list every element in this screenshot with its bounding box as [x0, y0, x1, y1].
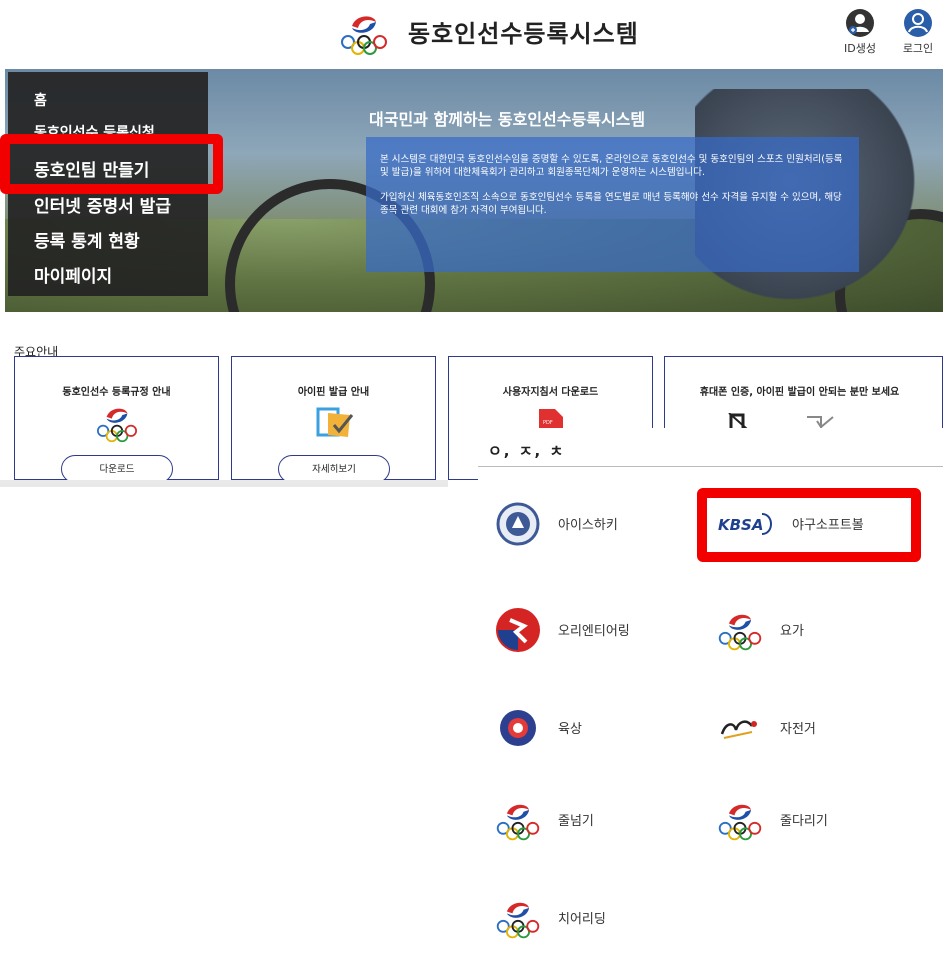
sport-item-cheerleading[interactable]: 치어리딩: [494, 894, 714, 942]
notice-card-ipin[interactable]: 아이핀 발급 안내 자세히보기: [231, 356, 436, 483]
id-create-button[interactable]: ID생성: [835, 8, 885, 56]
sport-label: 줄넘기: [558, 814, 594, 829]
card-title: 아이핀 발급 안내: [297, 387, 370, 398]
nav-item-statistics[interactable]: 등록 통계 현황: [34, 227, 140, 252]
sport-label: 육상: [558, 722, 582, 737]
ice-hockey-emblem-icon: [496, 502, 540, 546]
highlight-create-team: [0, 134, 223, 194]
olympic-logo-icon: [718, 614, 762, 651]
pdf-icon: PDF: [539, 409, 563, 429]
notice-card-regulations[interactable]: 동호인선수 등록규정 안내 다운로드: [14, 356, 219, 483]
highlight-baseball-softball: [697, 488, 921, 562]
sport-item-tug-of-war[interactable]: 줄다리기: [716, 796, 936, 844]
nav-item-home[interactable]: 홈: [34, 90, 47, 110]
user-icon: [904, 9, 932, 37]
header: 동호인선수등록시스템 ID생성 로그인: [0, 0, 943, 68]
site-title: 동호인선수등록시스템: [408, 20, 639, 48]
details-button[interactable]: 자세히보기: [278, 455, 390, 483]
id-create-label: ID생성: [844, 42, 876, 55]
sport-item-cycling[interactable]: 자전거: [716, 704, 936, 752]
login-label: 로그인: [902, 42, 934, 55]
user-add-icon: [846, 9, 874, 37]
nav-item-mypage[interactable]: 마이페이지: [34, 262, 112, 287]
sport-label: 줄다리기: [780, 814, 828, 829]
svg-text:PDF: PDF: [543, 420, 553, 426]
ipin-icon: [807, 416, 834, 429]
sport-label: 자전거: [780, 722, 816, 737]
sport-item-yoga[interactable]: 요가: [716, 606, 936, 654]
card-title: 동호인선수 등록규정 안내: [62, 387, 171, 398]
hero-description: 본 시스템은 대한민국 동호인선수임을 증명할 수 있도록, 온라인으로 동호인…: [366, 137, 859, 272]
orienteering-emblem-icon: [496, 608, 540, 652]
consonant-group-heading: ㅇ, ㅈ, ㅊ: [488, 442, 566, 460]
sport-item-ice-hockey[interactable]: 아이스하키: [494, 500, 714, 548]
hero-paragraph: 본 시스템은 대한민국 동호인선수임을 증명할 수 있도록, 온라인으로 동호인…: [380, 154, 843, 178]
olympic-logo-icon: [341, 16, 387, 55]
sport-item-athletics[interactable]: 육상: [494, 704, 714, 752]
hero-title: 대국민과 함께하는 동호인선수등록시스템: [369, 110, 646, 129]
sport-label: 요가: [780, 624, 804, 639]
hero-paragraph: 가입하신 체육동호인조직 소속으로 동호인팀선수 등록을 연도별로 매년 등록해…: [380, 192, 842, 216]
sport-item-jump-rope[interactable]: 줄넘기: [494, 796, 714, 844]
nav-item-certificate[interactable]: 인터넷 증명서 발급: [34, 192, 171, 217]
olympic-logo-icon: [718, 804, 762, 841]
olympic-logo-icon: [496, 804, 540, 841]
section-divider: [0, 480, 448, 487]
card-title: 사용자지침서 다운로드: [502, 387, 599, 398]
athletics-emblem-icon: [500, 710, 536, 746]
phone-icon: [728, 413, 748, 429]
download-button[interactable]: 다운로드: [61, 455, 173, 483]
sport-item-orienteering[interactable]: 오리엔티어링: [494, 606, 714, 654]
sport-label: 오리엔티어링: [558, 624, 630, 639]
olympic-logo-icon: [496, 902, 540, 939]
cycling-logo-icon: [720, 720, 757, 739]
login-button[interactable]: 로그인: [893, 8, 943, 56]
card-title: 휴대폰 인증, 아이핀 발급이 안되는 분만 보세요: [699, 387, 900, 398]
divider: [478, 466, 943, 467]
olympic-logo-icon: [97, 408, 137, 443]
ipin-icon: [316, 407, 354, 437]
sport-label: 아이스하키: [558, 518, 618, 533]
sport-label: 치어리딩: [558, 912, 606, 927]
